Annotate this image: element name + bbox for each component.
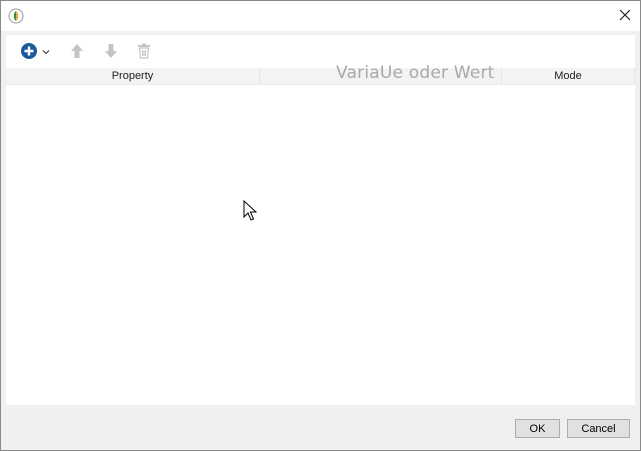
cancel-button[interactable]: Cancel <box>567 419 630 438</box>
column-header-property[interactable]: Property <box>6 68 260 84</box>
table-header: Property Mode <box>6 68 635 85</box>
property-editor: Property Mode <box>6 35 635 405</box>
column-overlay-text: VariaUe oder Wert <box>336 63 495 83</box>
add-button[interactable] <box>18 42 52 63</box>
title-bar <box>1 1 640 31</box>
close-button[interactable] <box>610 1 640 31</box>
move-down-button[interactable] <box>103 43 119 61</box>
close-icon <box>619 9 631 24</box>
toolbar <box>6 35 635 67</box>
ok-button[interactable]: OK <box>515 419 560 438</box>
app-logo-icon <box>8 8 24 24</box>
arrow-down-icon <box>104 43 118 62</box>
move-up-button[interactable] <box>69 43 85 61</box>
column-header-mode[interactable]: Mode <box>502 68 635 84</box>
dialog-window: Property Mode VariaUe oder Wert OK Cance… <box>0 0 641 451</box>
arrow-up-icon <box>70 43 84 62</box>
property-grid[interactable] <box>6 85 635 405</box>
delete-button[interactable] <box>136 43 152 61</box>
chevron-down-icon[interactable] <box>42 46 50 58</box>
trash-icon <box>137 43 151 62</box>
mouse-pointer-icon <box>243 199 258 222</box>
plus-circle-icon <box>20 42 38 63</box>
